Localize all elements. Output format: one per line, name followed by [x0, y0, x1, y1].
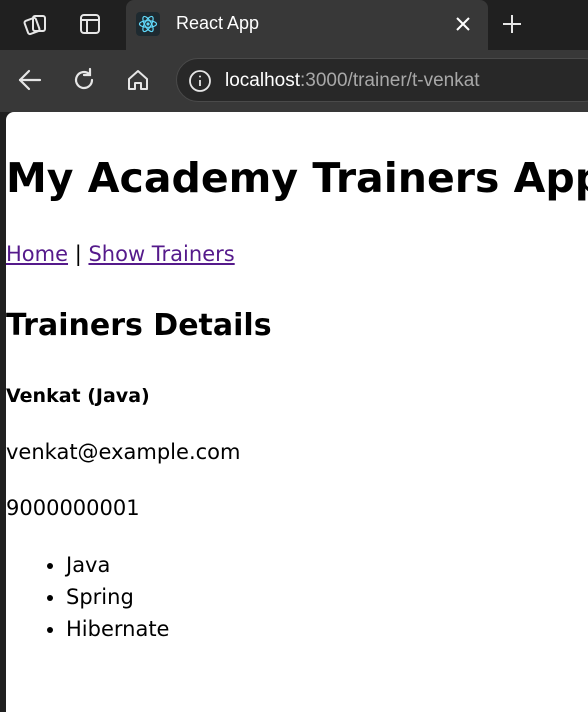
tab-actions-icon[interactable]	[76, 10, 104, 38]
browser-tab-active[interactable]: React App	[126, 0, 488, 50]
skill-item: Java	[66, 549, 169, 581]
browser-toolbar: localhost:3000/trainer/t-venkat	[0, 50, 588, 112]
workspaces-icon[interactable]	[22, 10, 50, 38]
url-path: :3000/trainer/t-venkat	[300, 70, 480, 91]
home-link[interactable]: Home	[6, 242, 68, 266]
address-url[interactable]: localhost:3000/trainer/t-venkat	[225, 70, 480, 92]
skill-item: Hibernate	[66, 613, 169, 645]
close-icon[interactable]	[452, 13, 474, 35]
nav-links: Home | Show Trainers	[6, 242, 235, 266]
react-logo-icon	[136, 12, 160, 36]
tab-strip: React App	[0, 0, 588, 50]
url-host: localhost	[225, 70, 300, 91]
home-icon[interactable]	[122, 64, 154, 96]
reload-icon[interactable]	[68, 64, 100, 96]
plus-icon[interactable]	[498, 10, 526, 38]
back-icon[interactable]	[14, 64, 46, 96]
page-viewport: My Academy Trainers App Home | Show Trai…	[6, 112, 588, 712]
trainer-name: Venkat (Java)	[6, 385, 150, 407]
tab-title: React App	[176, 13, 260, 33]
trainer-email: venkat@example.com	[6, 440, 241, 464]
skills-list: Java Spring Hibernate	[66, 549, 169, 645]
address-bar[interactable]: localhost:3000/trainer/t-venkat	[176, 58, 588, 102]
show-trainers-link[interactable]: Show Trainers	[88, 242, 234, 266]
nav-separator: |	[74, 242, 82, 266]
info-icon[interactable]	[187, 68, 213, 94]
trainer-phone: 9000000001	[6, 496, 140, 520]
page-title: My Academy Trainers App	[6, 154, 588, 202]
skill-item: Spring	[66, 581, 169, 613]
section-title: Trainers Details	[6, 308, 272, 343]
